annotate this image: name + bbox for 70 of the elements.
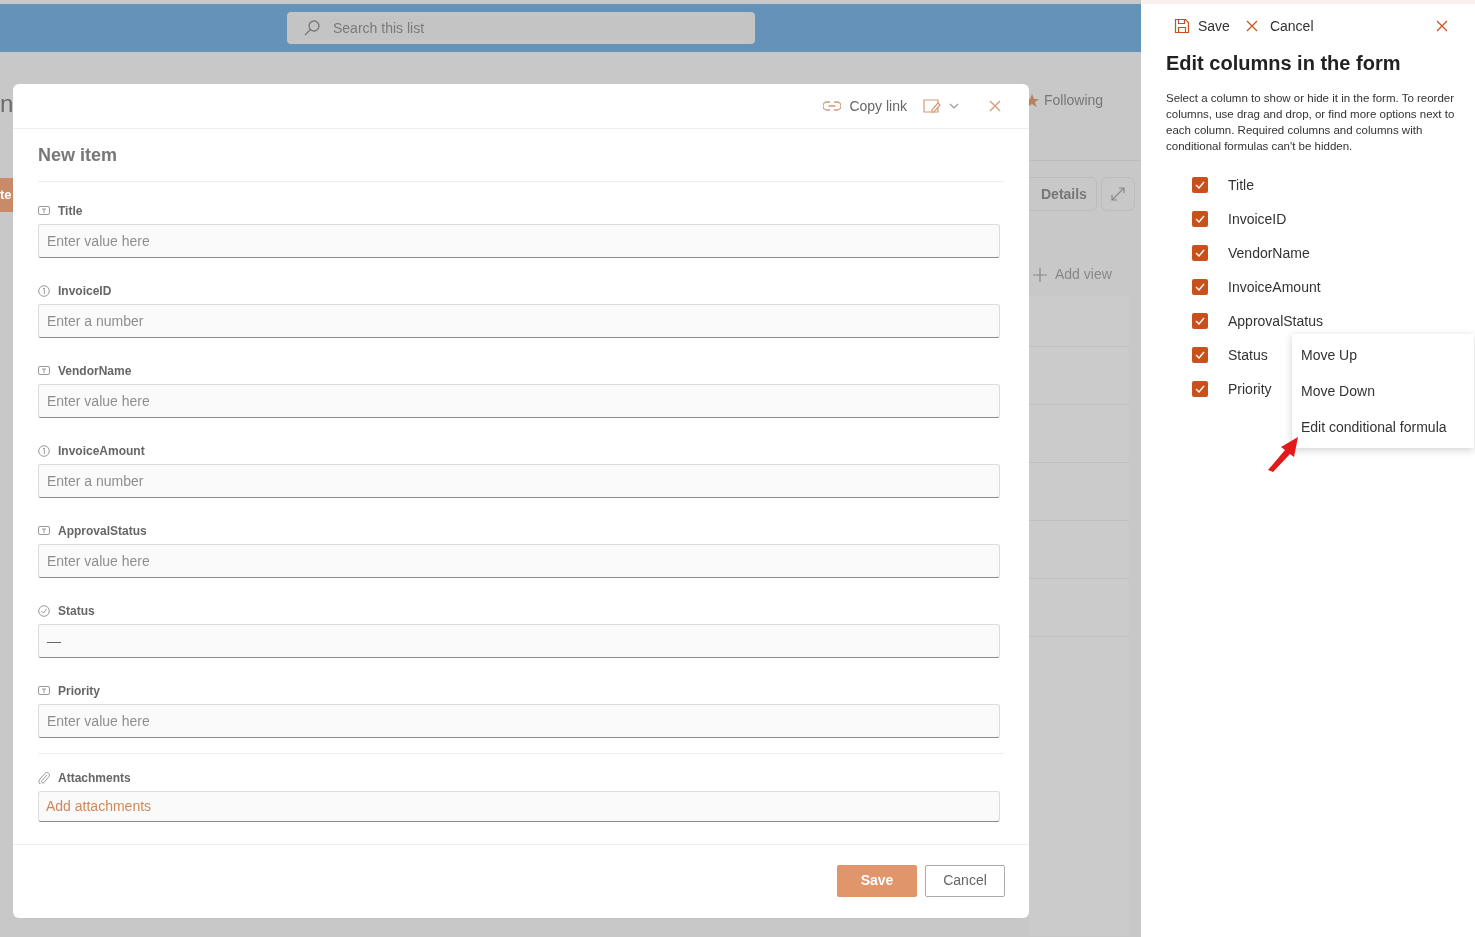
- input-field[interactable]: Enter value here: [38, 544, 1000, 578]
- menu-item[interactable]: Move Up: [1292, 337, 1474, 373]
- checkbox[interactable]: [1192, 381, 1208, 397]
- choice-field-icon: [38, 605, 50, 617]
- column-label[interactable]: Status: [1228, 344, 1268, 366]
- plus-icon: [1033, 267, 1047, 282]
- text-field-icon: [38, 365, 50, 377]
- field-label: InvoiceAmount: [58, 443, 145, 460]
- checkbox[interactable]: [1192, 279, 1208, 295]
- close-icon: [989, 100, 1001, 112]
- input-field[interactable]: Enter value here: [38, 224, 1000, 258]
- menu-item[interactable]: Edit conditional formula: [1292, 409, 1474, 445]
- annotation-arrow: [1265, 436, 1301, 472]
- link-icon: [823, 100, 842, 112]
- field-label: ApprovalStatus: [58, 523, 147, 540]
- input-field[interactable]: Enter value here: [38, 384, 1000, 418]
- form-edit-icon: [923, 98, 941, 114]
- input-field[interactable]: Enter value here: [38, 704, 1000, 738]
- copy-link-button[interactable]: Copy link: [823, 95, 907, 117]
- field-label: InvoiceID: [58, 283, 112, 300]
- checkbox[interactable]: [1192, 313, 1208, 329]
- number-field-icon: [38, 445, 50, 457]
- column-label[interactable]: InvoiceAmount: [1228, 276, 1321, 298]
- field-label: Status: [58, 603, 95, 620]
- cancel-button[interactable]: Cancel: [1245, 15, 1314, 37]
- paperclip-icon: [38, 772, 50, 784]
- field-label: Title: [58, 203, 83, 220]
- close-icon: [1245, 20, 1258, 32]
- search-placeholder: Search this list: [333, 18, 425, 38]
- dropdown-field[interactable]: —: [38, 624, 1000, 658]
- search-icon: [303, 19, 321, 37]
- panel-title: Edit columns in the form: [1166, 51, 1402, 76]
- panel-description: Select a column to show or hide it in the form. To reorder columns, use drag and drop, or find more options next to each column. Required columns and columns with conditional formulas can't be hidden.: [1166, 91, 1456, 154]
- check-icon: [1195, 181, 1205, 189]
- column-label[interactable]: InvoiceID: [1228, 208, 1287, 230]
- checkbox[interactable]: [1192, 177, 1208, 193]
- check-icon: [1195, 317, 1205, 325]
- column-label[interactable]: ApprovalStatus: [1228, 310, 1323, 332]
- close-button[interactable]: [1435, 19, 1449, 33]
- checkbox[interactable]: [1192, 211, 1208, 227]
- page-title: n: [0, 89, 14, 119]
- checkbox[interactable]: [1192, 347, 1208, 363]
- close-icon: [1436, 20, 1448, 32]
- expand-icon: [1110, 186, 1126, 202]
- check-icon: [1195, 351, 1205, 359]
- field-label: Attachments: [58, 770, 131, 787]
- chevron-down-icon: [949, 103, 959, 109]
- edit-form-button[interactable]: [923, 98, 959, 114]
- field-label: VendorName: [58, 363, 132, 380]
- cancel-button[interactable]: Cancel: [925, 864, 1005, 897]
- dialog-title: New item: [38, 129, 1004, 182]
- number-field-icon: [38, 285, 50, 297]
- check-icon: [1195, 215, 1205, 223]
- field-label: Priority: [58, 683, 100, 700]
- text-field-icon: [38, 525, 50, 537]
- input-field[interactable]: Enter a number: [38, 464, 1000, 498]
- text-field-icon: [38, 685, 50, 697]
- save-icon: [1174, 18, 1190, 34]
- column-label[interactable]: Priority: [1228, 378, 1272, 400]
- column-label[interactable]: Title: [1228, 174, 1254, 196]
- check-icon: [1195, 283, 1205, 291]
- input-field[interactable]: Enter a number: [38, 304, 1000, 338]
- close-button[interactable]: [987, 98, 1003, 114]
- text-field-icon: [38, 205, 50, 217]
- check-icon: [1195, 249, 1205, 257]
- column-label[interactable]: VendorName: [1228, 242, 1310, 264]
- checkbox[interactable]: [1192, 245, 1208, 261]
- menu-item[interactable]: Move Down: [1292, 373, 1474, 409]
- check-icon: [1195, 385, 1205, 393]
- save-button[interactable]: Save: [1174, 15, 1230, 37]
